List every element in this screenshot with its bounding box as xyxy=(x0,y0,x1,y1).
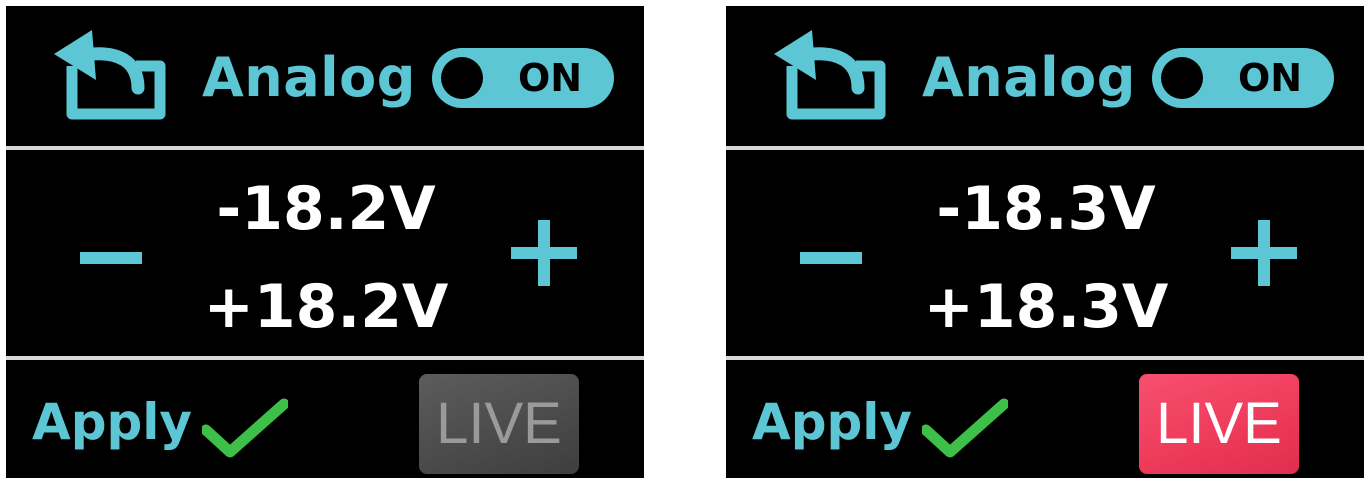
positive-voltage-value: +18.2V xyxy=(203,272,449,342)
analog-screen-after: Analog ON -18.3V +18.3V Apply LIVE xyxy=(726,6,1364,478)
increase-voltage-button[interactable] xyxy=(1231,220,1297,286)
live-button[interactable]: LIVE xyxy=(419,374,579,474)
increase-voltage-button[interactable] xyxy=(511,220,577,286)
negative-voltage-value: -18.2V xyxy=(216,174,436,244)
toggle-knob xyxy=(1161,57,1203,99)
positive-voltage-value: +18.3V xyxy=(923,272,1169,342)
decrease-voltage-button[interactable] xyxy=(80,226,144,290)
minus-icon xyxy=(800,252,862,264)
apply-button[interactable]: Apply xyxy=(32,390,192,454)
checkmark-icon[interactable] xyxy=(200,398,290,458)
analog-toggle[interactable]: ON xyxy=(1152,48,1334,108)
toggle-label: ON xyxy=(517,56,583,100)
decrease-voltage-button[interactable] xyxy=(800,226,864,290)
negative-voltage-value: -18.3V xyxy=(936,174,1156,244)
apply-button[interactable]: Apply xyxy=(752,390,912,454)
top-divider xyxy=(726,146,1364,150)
top-divider xyxy=(6,146,644,150)
screen-title: Analog xyxy=(202,46,416,109)
plus-icon-vertical xyxy=(1258,220,1270,286)
analog-screen-before: Analog ON -18.2V +18.2V Apply LIVE xyxy=(6,6,644,478)
bottom-divider xyxy=(726,356,1364,360)
back-arrow-icon[interactable] xyxy=(52,30,170,122)
minus-icon xyxy=(80,252,142,264)
screen-title: Analog xyxy=(922,46,1136,109)
toggle-label: ON xyxy=(1237,56,1303,100)
live-button[interactable]: LIVE xyxy=(1139,374,1299,474)
back-arrow-icon[interactable] xyxy=(772,30,890,122)
plus-icon-vertical xyxy=(538,220,550,286)
analog-toggle[interactable]: ON xyxy=(432,48,614,108)
checkmark-icon[interactable] xyxy=(920,398,1010,458)
bottom-divider xyxy=(6,356,644,360)
toggle-knob xyxy=(441,57,483,99)
